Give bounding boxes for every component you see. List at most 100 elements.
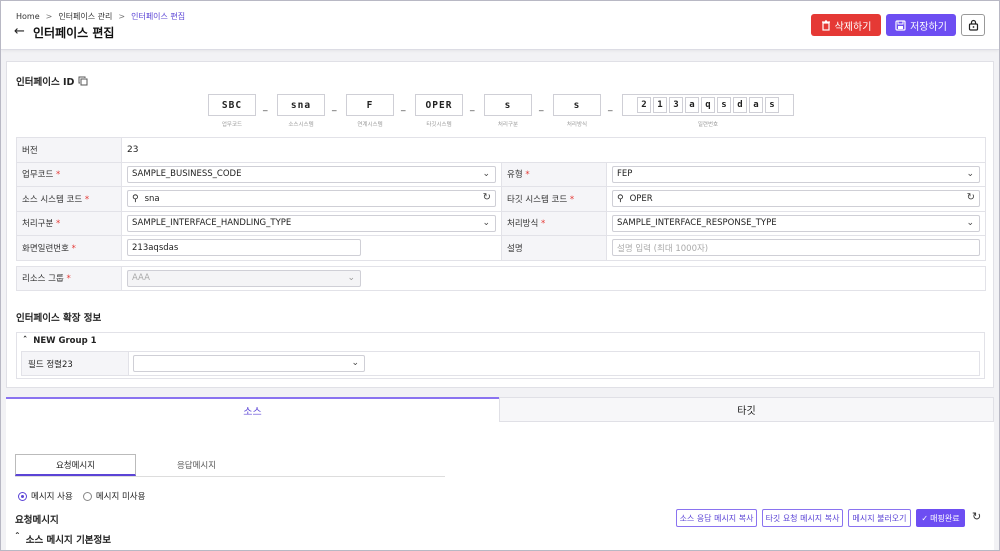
id-segment-caption: 업무코드 bbox=[221, 122, 243, 128]
description-input[interactable]: 설명 입력 (최대 1000자) bbox=[612, 239, 980, 257]
description-placeholder: 설명 입력 (최대 1000자) bbox=[617, 243, 709, 254]
breadcrumb-home[interactable]: Home bbox=[16, 12, 40, 21]
tab-target[interactable]: 타깃 bbox=[499, 397, 994, 422]
breadcrumb: Home > 인터페이스 관리 > 인터페이스 편집 bbox=[16, 11, 185, 22]
form-row-resource-group: 리소스 그룹 * AAA ⌄ bbox=[16, 265, 986, 291]
response-type-select[interactable]: SAMPLE_INTERFACE_RESPONSE_TYPE ⌄ bbox=[612, 214, 980, 232]
copy-target-request-button[interactable]: 타깃 요청 메시지 복사 bbox=[762, 509, 843, 527]
business-code-label: 업무코드 bbox=[22, 170, 54, 181]
radio-unchecked-icon bbox=[82, 491, 92, 501]
target-system-cell: ⚲ OPER ↻ bbox=[606, 186, 986, 212]
radio-message-unused[interactable]: 메시지 미사용 bbox=[82, 490, 146, 502]
required-mark: * bbox=[66, 274, 71, 285]
serial-char: 3 bbox=[669, 97, 683, 113]
chevron-up-icon: ˆ bbox=[15, 532, 20, 543]
mapping-done-label: 매핑완료 bbox=[930, 513, 960, 523]
source-message-basic-info-label: 소스 메시지 기본정보 bbox=[25, 535, 112, 546]
page-title: 인터페이스 편집 bbox=[33, 26, 115, 40]
type-value: FEP bbox=[617, 169, 633, 180]
extension-group: ˆ NEW Group 1 필드 정렬23 ⌄ bbox=[16, 332, 985, 379]
id-segment-caption: 처리구분 bbox=[497, 122, 519, 128]
serial-char: 1 bbox=[653, 97, 667, 113]
id-segment-caption: 연계시스템 bbox=[357, 122, 383, 128]
form-row-version: 버전 23 bbox=[16, 137, 986, 163]
form-row-handling: 처리구분 * SAMPLE_INTERFACE_HANDLING_TYPE ⌄ 처… bbox=[16, 210, 986, 236]
handling-type-select[interactable]: SAMPLE_INTERFACE_HANDLING_TYPE ⌄ bbox=[127, 214, 496, 232]
source-system-search-input[interactable]: ⚲ sna ↻ bbox=[127, 190, 496, 208]
request-message-title: 요청메시지 bbox=[15, 515, 59, 526]
response-type-value: SAMPLE_INTERFACE_RESPONSE_TYPE bbox=[617, 218, 777, 229]
subtab-request-message[interactable]: 요청메시지 bbox=[15, 454, 136, 476]
business-code-select[interactable]: SAMPLE_BUSINESS_CODE ⌄ bbox=[127, 165, 496, 183]
resource-group-label: 리소스 그룹 bbox=[22, 274, 64, 285]
target-system-search-input[interactable]: ⚲ OPER ↻ bbox=[612, 190, 980, 208]
refresh-icon[interactable]: ↻ bbox=[483, 192, 491, 203]
id-segment-serial: 2 1 3 a q s d a s bbox=[622, 94, 794, 116]
serial-char: q bbox=[701, 97, 715, 113]
back-arrow-icon[interactable]: ← bbox=[14, 25, 25, 39]
business-code-value: SAMPLE_BUSINESS_CODE bbox=[132, 169, 242, 180]
subtab-response-message[interactable]: 응답메시지 bbox=[136, 454, 257, 476]
required-mark: * bbox=[71, 243, 76, 254]
extension-field-label: 필드 정렬23 bbox=[22, 352, 129, 375]
required-mark: * bbox=[55, 170, 61, 181]
copy-source-response-button[interactable]: 소스 응답 메시지 복사 bbox=[676, 509, 757, 527]
chevron-down-icon: ⌄ bbox=[966, 217, 974, 228]
breadcrumb-current: 인터페이스 편집 bbox=[131, 12, 186, 21]
type-label: 유형 bbox=[507, 170, 523, 181]
page-header: Home > 인터페이스 관리 > 인터페이스 편집 ← 인터페이스 편집 삭제… bbox=[1, 1, 999, 50]
extension-group-header[interactable]: ˆ NEW Group 1 bbox=[23, 336, 97, 346]
delete-button[interactable]: 삭제하기 bbox=[811, 14, 881, 36]
extension-field-select[interactable]: ⌄ bbox=[133, 355, 365, 372]
required-mark: * bbox=[540, 219, 546, 230]
id-segment-caption: 소스시스템 bbox=[288, 122, 314, 128]
source-target-tabs: 소스 타깃 bbox=[6, 397, 994, 422]
target-system-label-cell: 타깃 시스템 코드 * bbox=[501, 186, 607, 212]
chevron-up-icon: ˆ bbox=[23, 336, 28, 346]
handling-type-cell: SAMPLE_INTERFACE_HANDLING_TYPE ⌄ bbox=[121, 210, 502, 236]
radio-checked-icon bbox=[18, 491, 27, 501]
serial-char: s bbox=[717, 97, 731, 113]
serial-char: a bbox=[685, 97, 699, 113]
message-panel: 요청메시지 응답메시지 메시지 사용 메시지 미사용 요청메시지 소스 응답 메… bbox=[6, 422, 994, 550]
save-button[interactable]: 저장하기 bbox=[886, 14, 956, 36]
tab-source[interactable]: 소스 bbox=[6, 397, 499, 422]
refresh-icon[interactable]: ↻ bbox=[967, 192, 975, 203]
resource-group-value: AAA bbox=[132, 273, 150, 284]
extension-field-cell: ⌄ bbox=[129, 352, 369, 375]
load-message-button[interactable]: 메시지 불러오기 bbox=[848, 509, 911, 527]
message-subtabs: 요청메시지 응답메시지 bbox=[15, 454, 257, 476]
screen-serial-value: 213aqsdas bbox=[132, 242, 179, 253]
response-type-cell: SAMPLE_INTERFACE_RESPONSE_TYPE ⌄ bbox=[606, 210, 986, 236]
serial-char: d bbox=[733, 97, 747, 113]
extension-field-row: 필드 정렬23 ⌄ bbox=[21, 351, 980, 376]
handling-type-label: 처리구분 bbox=[22, 219, 54, 230]
source-system-label: 소스 시스템 코드 bbox=[22, 194, 83, 205]
screen-serial-label: 화면일련번호 bbox=[22, 243, 69, 254]
mapping-done-button[interactable]: ✓ 매핑완료 bbox=[916, 509, 965, 527]
type-select[interactable]: FEP ⌄ bbox=[612, 165, 980, 183]
radio-message-unused-label: 메시지 미사용 bbox=[95, 492, 146, 502]
check-icon: ✓ bbox=[921, 513, 929, 523]
delete-label: 삭제하기 bbox=[834, 21, 872, 33]
radio-message-use[interactable]: 메시지 사용 bbox=[18, 490, 73, 502]
interface-id-label: 인터페이스 ID bbox=[16, 77, 75, 88]
lock-button[interactable] bbox=[961, 14, 985, 36]
chevron-down-icon: ⌄ bbox=[347, 272, 355, 283]
id-separator: _ bbox=[401, 102, 406, 112]
trash-icon bbox=[821, 19, 830, 31]
type-label-cell: 유형 * bbox=[501, 161, 607, 187]
chevron-down-icon: ⌄ bbox=[482, 217, 490, 228]
form-row-business: 업무코드 * SAMPLE_BUSINESS_CODE ⌄ 유형 * FEP ⌄ bbox=[16, 161, 986, 187]
response-type-label: 처리방식 bbox=[507, 219, 539, 230]
required-mark: * bbox=[84, 194, 90, 205]
resource-group-select[interactable]: AAA ⌄ bbox=[127, 269, 361, 287]
copy-icon[interactable] bbox=[78, 76, 88, 86]
search-icon: ⚲ bbox=[617, 193, 624, 204]
id-segment-business-code: SBC bbox=[208, 94, 256, 116]
refresh-icon[interactable]: ↻ bbox=[972, 510, 981, 523]
required-mark: * bbox=[569, 194, 575, 205]
breadcrumb-interface-management[interactable]: 인터페이스 관리 bbox=[58, 11, 112, 22]
screen-serial-input[interactable]: 213aqsdas bbox=[127, 239, 361, 257]
source-message-basic-info[interactable]: ˆ 소스 메시지 기본정보 bbox=[15, 532, 111, 546]
